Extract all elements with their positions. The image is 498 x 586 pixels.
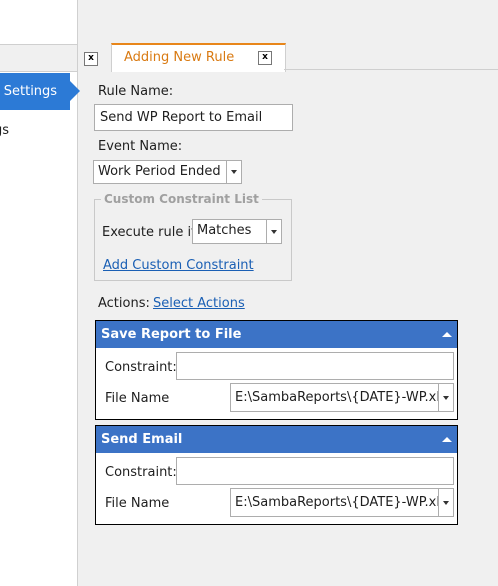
event-name-dropdown-icon[interactable]	[226, 161, 241, 183]
rule-name-label: Rule Name:	[98, 84, 174, 99]
sidebar-item-settings-label: l Settings	[0, 84, 58, 99]
file-name-value: E:\SambaReports\{DATE}-WP.xls	[235, 495, 447, 510]
execute-rule-value: Matches	[197, 223, 252, 238]
action-panel-header[interactable]: Send Email	[96, 426, 457, 453]
event-name-value: Work Period Ended	[98, 164, 221, 179]
constraint-input[interactable]	[176, 457, 454, 485]
constraint-label: Constraint:	[105, 360, 177, 375]
action-panel-header[interactable]: Save Report to File	[96, 321, 457, 348]
collapse-icon[interactable]	[442, 437, 452, 442]
custom-constraint-group-title: Custom Constraint List	[101, 192, 262, 206]
action-panel-title: Send Email	[101, 432, 183, 447]
add-custom-constraint-link[interactable]: Add Custom Constraint	[103, 258, 254, 273]
file-name-dropdown-icon[interactable]	[438, 489, 453, 516]
event-name-select[interactable]: Work Period Ended	[93, 160, 242, 184]
file-name-select[interactable]: E:\SambaReports\{DATE}-WP.xls	[230, 383, 454, 412]
actions-label: Actions:	[98, 296, 150, 311]
execute-rule-label: Execute rule if	[102, 225, 196, 240]
tab-title: Adding New Rule	[124, 50, 235, 65]
settings-tab[interactable]: t	[0, 44, 78, 72]
event-name-label: Event Name:	[98, 139, 183, 154]
sidebar-item-settings-2[interactable]: gs	[0, 123, 9, 138]
file-name-label: File Name	[105, 391, 170, 406]
tab-strip-divider	[284, 69, 498, 70]
file-name-dropdown-icon[interactable]	[438, 384, 453, 411]
file-name-select[interactable]: E:\SambaReports\{DATE}-WP.xls	[230, 488, 454, 517]
selection-arrow-icon	[70, 81, 80, 101]
sidebar: t l Settings gs	[0, 0, 80, 586]
sidebar-item-settings[interactable]: l Settings	[0, 73, 70, 110]
collapse-icon[interactable]	[442, 332, 452, 337]
constraint-input[interactable]	[176, 352, 454, 380]
action-panel-title: Save Report to File	[101, 327, 242, 342]
close-tab-icon[interactable]: x	[258, 51, 272, 65]
execute-rule-select[interactable]: Matches	[192, 219, 282, 244]
select-actions-link[interactable]: Select Actions	[153, 296, 245, 311]
execute-rule-dropdown-icon[interactable]	[266, 220, 281, 243]
rule-name-input[interactable]: Send WP Report to Email	[94, 104, 293, 131]
constraint-label: Constraint:	[105, 465, 177, 480]
close-settings-tab-icon[interactable]: x	[84, 52, 98, 66]
file-name-value: E:\SambaReports\{DATE}-WP.xls	[235, 390, 447, 405]
tab-adding-new-rule[interactable]: Adding New Rule x	[111, 43, 286, 72]
file-name-label: File Name	[105, 496, 170, 511]
